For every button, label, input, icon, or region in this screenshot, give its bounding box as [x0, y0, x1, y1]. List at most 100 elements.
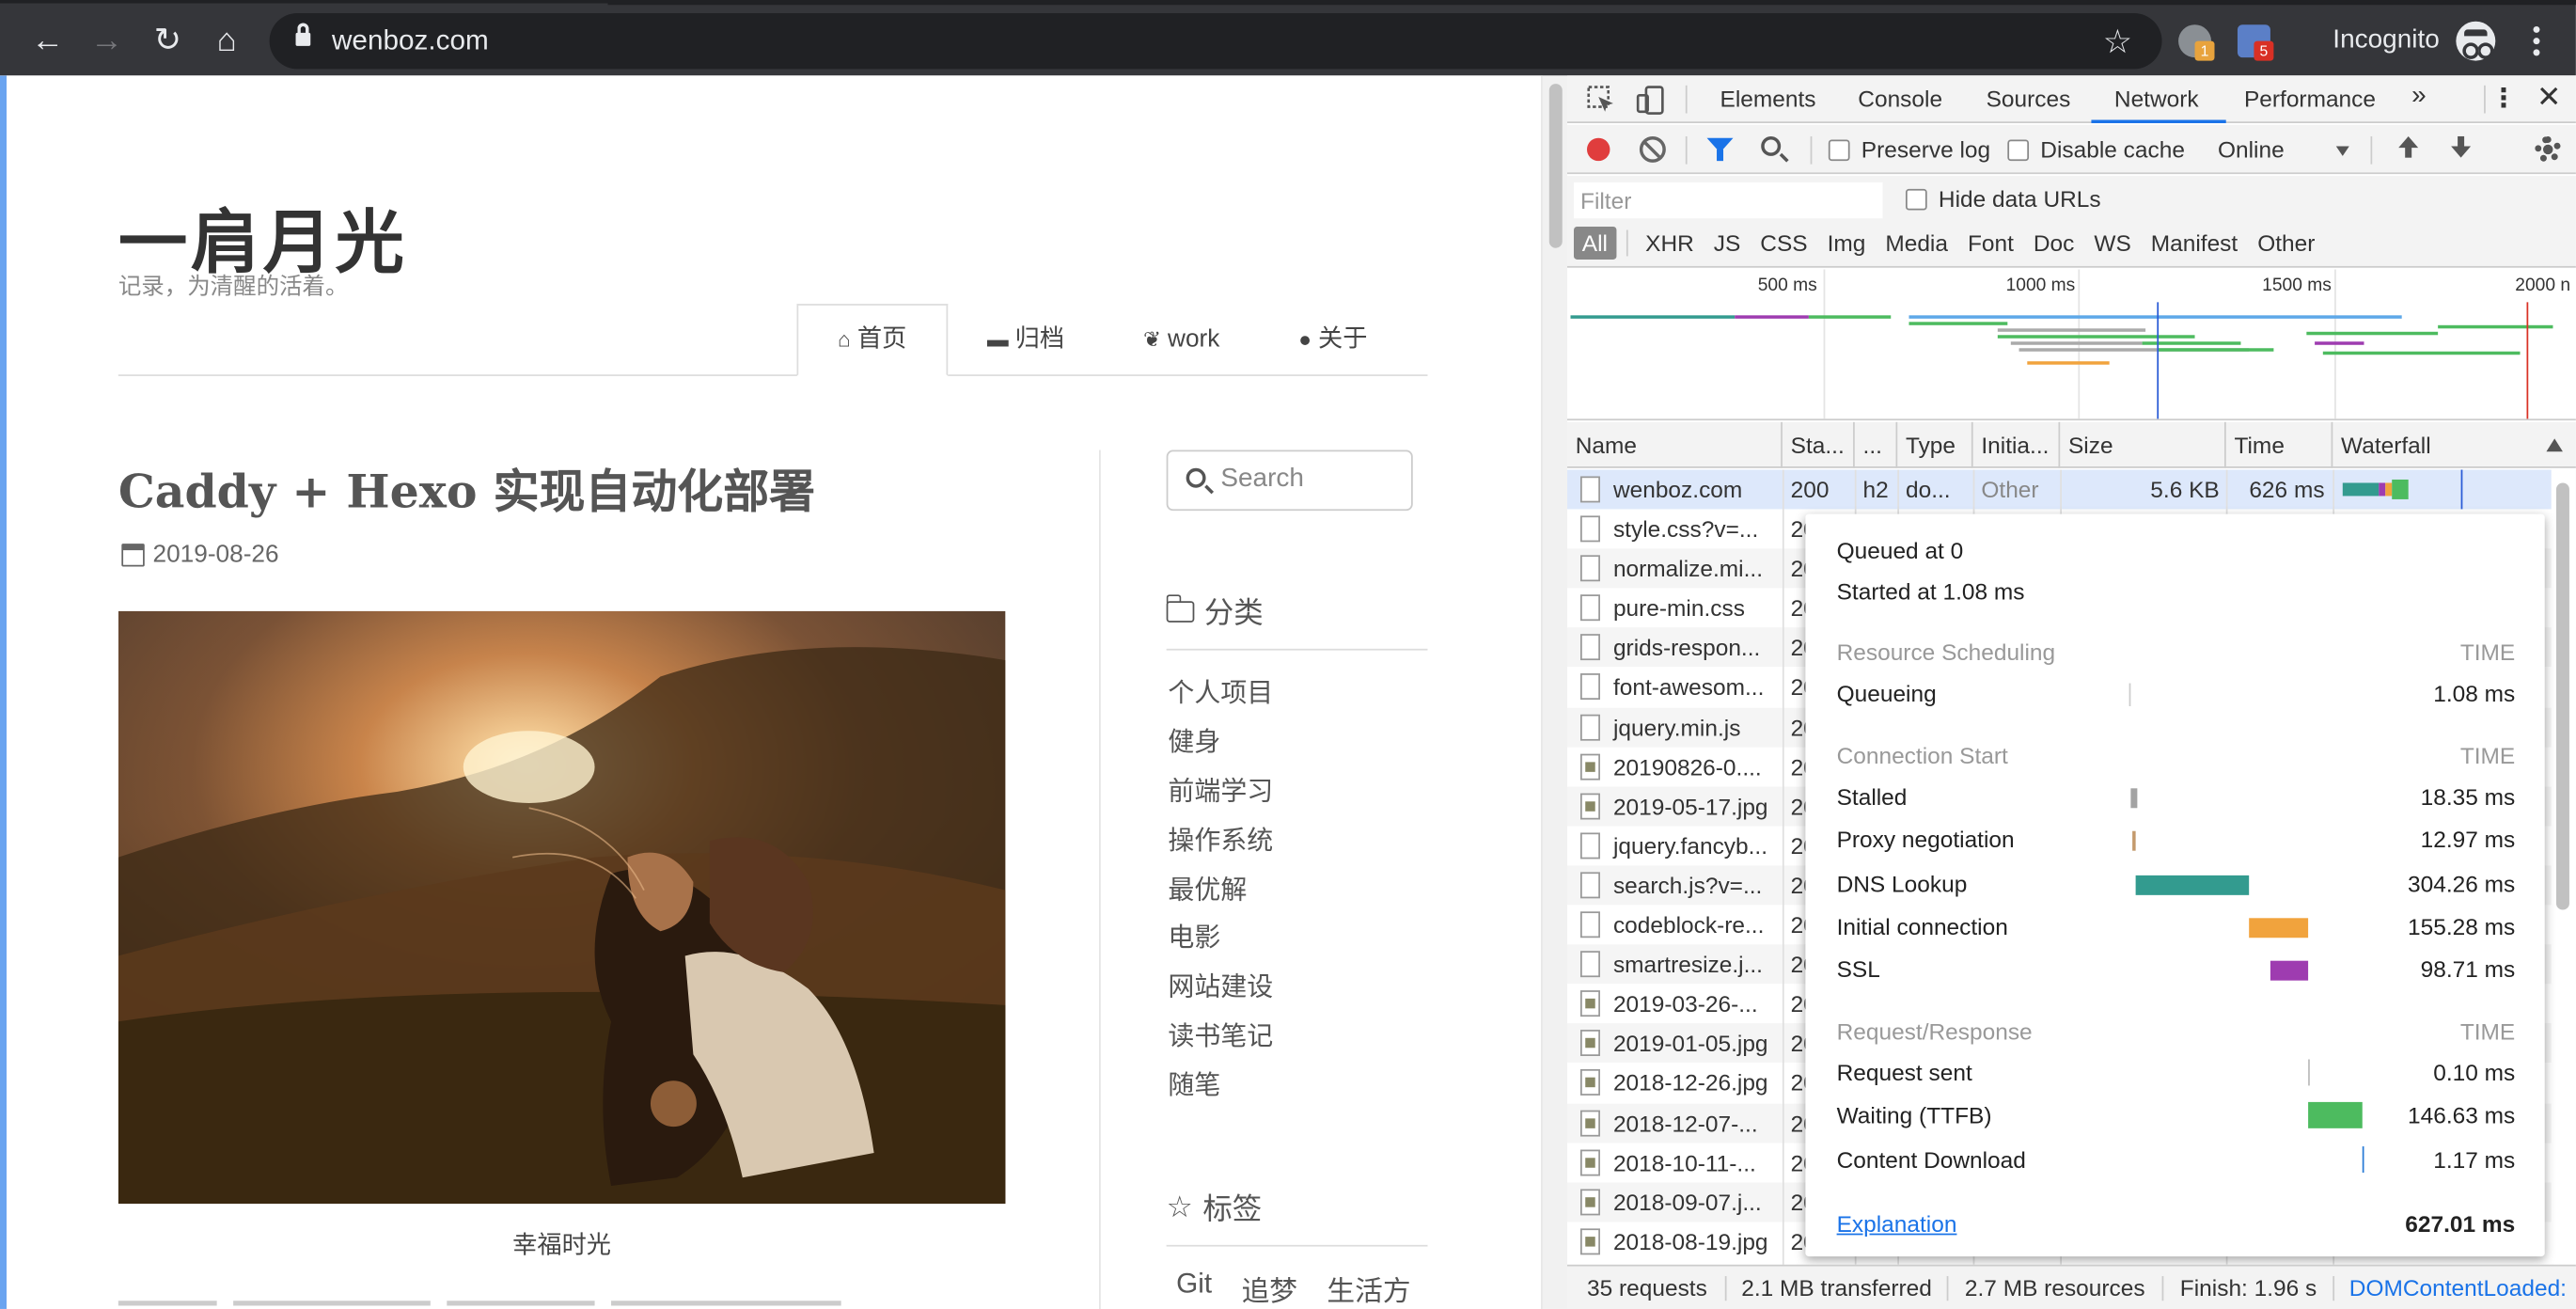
request-name[interactable]: normalize.mi...: [1605, 549, 1779, 589]
extension-icon[interactable]: 1: [2178, 24, 2215, 61]
explanation-link[interactable]: Explanation: [1837, 1210, 1957, 1237]
request-name[interactable]: style.css?v=...: [1605, 510, 1779, 549]
request-name[interactable]: jquery.fancyb...: [1605, 826, 1779, 865]
request-name[interactable]: wenboz.com: [1605, 469, 1779, 509]
column-header-waterfall[interactable]: Waterfall: [2333, 422, 2576, 468]
import-har-icon[interactable]: [2396, 135, 2419, 163]
column-header-size[interactable]: Size: [2060, 421, 2226, 468]
requests-scrollbar-thumb[interactable]: [2555, 482, 2569, 910]
type-filter-font[interactable]: Font: [1959, 227, 2021, 260]
type-filter-js[interactable]: JS: [1705, 227, 1749, 260]
column-header-status[interactable]: Sta...: [1783, 421, 1855, 468]
record-icon[interactable]: [1586, 137, 1610, 162]
category-link[interactable]: 网站建设: [1168, 971, 1273, 1020]
category-link[interactable]: 电影: [1168, 923, 1273, 971]
page-scrollbar[interactable]: [1541, 75, 1568, 1309]
category-link[interactable]: 操作系统: [1168, 824, 1273, 873]
category-link[interactable]: 读书笔记: [1168, 1020, 1273, 1069]
request-name[interactable]: 2018-08-19.jpg: [1605, 1222, 1779, 1261]
search-icon[interactable]: [1761, 135, 1782, 156]
post-title[interactable]: Caddy + Hexo 实现自动化部署: [118, 457, 815, 523]
type-filter-css[interactable]: CSS: [1752, 227, 1816, 260]
type-filter-doc[interactable]: Doc: [2025, 227, 2082, 260]
column-header-name[interactable]: Name: [1567, 421, 1783, 468]
request-name[interactable]: grids-respon...: [1605, 628, 1779, 668]
preserve-log-label[interactable]: Preserve log: [1861, 136, 1990, 163]
request-name[interactable]: 2018-09-07.j...: [1605, 1182, 1779, 1222]
category-link[interactable]: 随笔: [1168, 1069, 1273, 1118]
hide-data-urls-checkbox[interactable]: [1905, 188, 1927, 211]
preserve-log-checkbox[interactable]: [1828, 139, 1850, 162]
clear-icon[interactable]: [1639, 135, 1666, 163]
disable-cache-checkbox[interactable]: [2007, 139, 2030, 162]
request-name[interactable]: 2019-05-17.jpg: [1605, 786, 1779, 826]
forward-arrow-icon[interactable]: →: [88, 23, 124, 58]
url-text[interactable]: wenboz.com: [332, 24, 489, 57]
throttling-select[interactable]: Online: [2218, 136, 2285, 163]
device-toolbar-icon[interactable]: [1636, 86, 1665, 115]
type-filter-media[interactable]: Media: [1877, 227, 1956, 260]
filter-input[interactable]: [1574, 181, 1883, 219]
tab-elements[interactable]: Elements: [1720, 86, 1816, 112]
column-header-time[interactable]: Time: [2226, 421, 2333, 468]
request-name[interactable]: 2019-03-26-...: [1605, 985, 1779, 1024]
request-name[interactable]: font-awesom...: [1605, 668, 1779, 707]
post-photo[interactable]: [118, 610, 1006, 1205]
column-header-type[interactable]: Type: [1897, 421, 1973, 468]
tab-network[interactable]: Network: [2114, 86, 2199, 112]
inspect-element-icon[interactable]: [1587, 86, 1616, 115]
export-har-icon[interactable]: [2449, 135, 2472, 163]
chevron-down-icon[interactable]: [2335, 146, 2349, 156]
chrome-menu-icon[interactable]: [2527, 23, 2547, 58]
request-name[interactable]: pure-min.css: [1605, 589, 1779, 628]
type-filter-other[interactable]: Other: [2249, 227, 2323, 260]
type-filter-manifest[interactable]: Manifest: [2143, 227, 2246, 260]
menu-item-work[interactable]: ❦ work: [1104, 304, 1259, 376]
category-link[interactable]: 前端学习: [1168, 775, 1273, 824]
column-header-initiator[interactable]: Initia...: [1973, 421, 2061, 468]
type-filter-xhr[interactable]: XHR: [1637, 227, 1702, 260]
page-scrollbar-thumb[interactable]: [1548, 84, 1563, 248]
request-name[interactable]: smartresize.j...: [1605, 944, 1779, 984]
menu-item-archive[interactable]: ▬ 归档: [948, 304, 1104, 376]
address-bar[interactable]: wenboz.com ☆: [269, 12, 2162, 70]
request-name[interactable]: 2019-01-05.jpg: [1605, 1024, 1779, 1064]
sort-ascending-icon[interactable]: [2546, 438, 2563, 452]
menu-item-home[interactable]: ⌂ 首页: [796, 304, 949, 376]
bookmark-star-icon[interactable]: ☆: [2103, 22, 2132, 63]
tab-sources[interactable]: Sources: [1987, 86, 2071, 112]
request-name[interactable]: search.js?v=...: [1605, 865, 1779, 905]
tag-link[interactable]: Git: [1176, 1268, 1212, 1309]
request-name[interactable]: codeblock-re...: [1605, 905, 1779, 944]
search-box[interactable]: [1166, 449, 1413, 512]
table-row[interactable]: wenboz.com 200 h2 do... Other 5.6 KB 626…: [1567, 469, 2576, 510]
requests-scrollbar[interactable]: [2551, 469, 2576, 1265]
type-filter-all[interactable]: All: [1574, 227, 1616, 260]
request-name[interactable]: jquery.min.js: [1605, 707, 1779, 747]
tab-console[interactable]: Console: [1858, 86, 1942, 112]
tag-link[interactable]: 生活方: [1327, 1268, 1410, 1309]
request-name[interactable]: 2018-10-11-...: [1605, 1143, 1779, 1182]
close-devtools-icon[interactable]: ✕: [2537, 81, 2561, 116]
search-input[interactable]: [1220, 461, 1402, 498]
gear-icon[interactable]: [2535, 135, 2562, 163]
disable-cache-label[interactable]: Disable cache: [2040, 136, 2185, 163]
category-link[interactable]: 个人项目: [1168, 677, 1273, 726]
column-header-protocol[interactable]: ...: [1855, 421, 1898, 468]
menu-item-about[interactable]: ● 关于: [1259, 304, 1406, 376]
request-name[interactable]: 2018-12-07-...: [1605, 1103, 1779, 1143]
reload-icon[interactable]: ↻: [149, 23, 185, 58]
incognito-icon[interactable]: [2456, 21, 2496, 61]
extension-icon[interactable]: 5: [2237, 24, 2274, 61]
type-filter-ws[interactable]: WS: [2086, 227, 2140, 260]
home-icon[interactable]: ⌂: [209, 23, 244, 58]
type-filter-img[interactable]: Img: [1819, 227, 1874, 260]
tab-performance[interactable]: Performance: [2244, 86, 2376, 112]
category-link[interactable]: 健身: [1168, 726, 1273, 775]
filter-icon[interactable]: [1706, 137, 1734, 162]
request-name[interactable]: 20190826-0....: [1605, 747, 1779, 786]
category-link[interactable]: 最优解: [1168, 873, 1273, 922]
more-tabs-icon[interactable]: »: [2411, 82, 2427, 111]
network-overview[interactable]: 500 ms 1000 ms 1500 ms 2000 n: [1567, 269, 2576, 421]
devtools-menu-icon[interactable]: ⋮: [2490, 82, 2517, 115]
